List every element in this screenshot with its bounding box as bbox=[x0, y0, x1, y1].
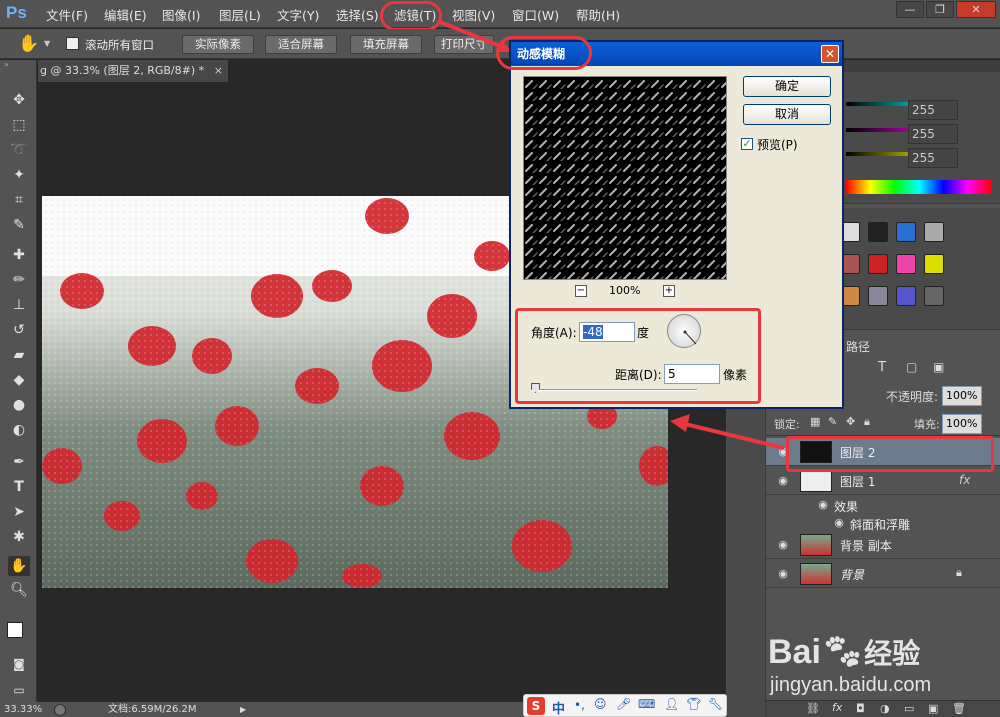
user-icon[interactable]: 👤︎ bbox=[664, 697, 679, 711]
preview-pane[interactable] bbox=[523, 76, 727, 280]
arrow-to-dialog bbox=[439, 20, 506, 50]
mic-icon[interactable]: 🎤︎ bbox=[616, 697, 631, 711]
annotation-arrows bbox=[439, 20, 785, 450]
baidu-watermark: Bai🐾︎经验 bbox=[768, 632, 998, 676]
ime-lang[interactable]: 中 bbox=[552, 698, 565, 717]
dialog-close-button[interactable]: ✕ bbox=[821, 45, 839, 63]
ime-logo[interactable]: S bbox=[527, 697, 545, 715]
arrow-head bbox=[670, 414, 690, 432]
emoji-icon[interactable]: ☺ bbox=[594, 697, 607, 711]
skin-icon[interactable]: 👕︎ bbox=[686, 697, 701, 711]
watermark-url: jingyan.baidu.com bbox=[770, 674, 932, 696]
preview-checkbox[interactable]: ✓ bbox=[741, 138, 753, 150]
watermark-brand2: 经验 bbox=[864, 638, 921, 669]
punctuation-icon[interactable]: •, bbox=[574, 698, 585, 712]
preview-zoom: 100% bbox=[609, 284, 641, 297]
preview-label: 预览(P) bbox=[757, 138, 798, 152]
tools-icon[interactable]: 🔧︎ bbox=[708, 697, 723, 711]
ime-toolbar: S 中 •, ☺ 🎤︎ ⌨ 👤︎ 👕︎ 🔧︎ bbox=[523, 694, 727, 717]
zoom-in-button[interactable]: + bbox=[663, 285, 675, 297]
ok-button[interactable]: 确定 bbox=[743, 76, 831, 97]
paw-icon: 🐾︎ bbox=[820, 633, 865, 671]
parameters-highlight bbox=[515, 308, 761, 404]
arrow-to-layer bbox=[684, 422, 785, 450]
zoom-out-button[interactable]: − bbox=[575, 285, 587, 297]
watermark-brand: Bai bbox=[768, 633, 821, 671]
preview-noise-svg bbox=[524, 77, 726, 279]
dialog-title-highlight bbox=[496, 36, 592, 70]
keyboard-icon[interactable]: ⌨ bbox=[638, 697, 655, 711]
cancel-button[interactable]: 取消 bbox=[743, 104, 831, 125]
